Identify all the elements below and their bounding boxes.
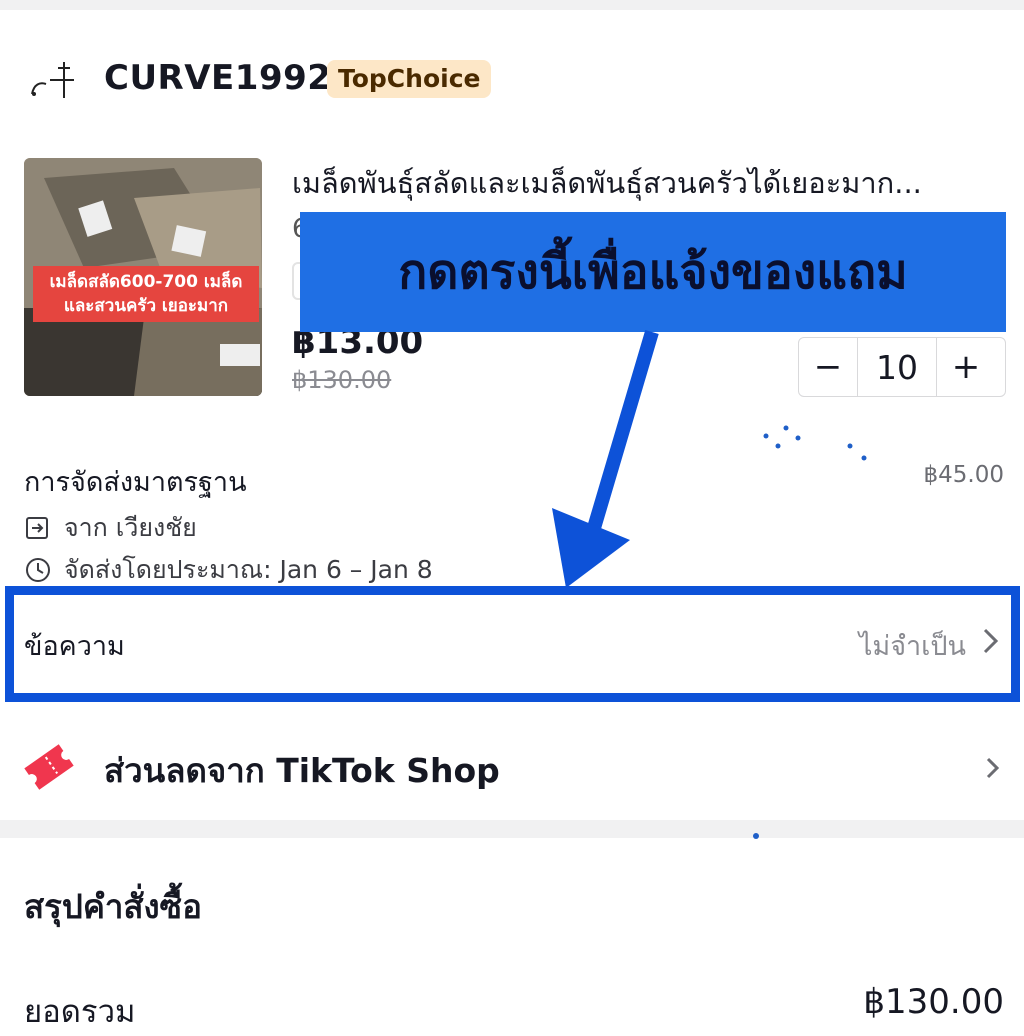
- decrease-quantity-button[interactable]: −: [799, 338, 857, 396]
- loading-dots: [763, 425, 867, 461]
- stray-dot: [753, 833, 759, 839]
- subtotal-label: ยอดรวม: [24, 994, 136, 1030]
- tiktok-shop-discount-label[interactable]: ส่วนลดจาก TikTok Shop: [104, 744, 500, 797]
- increase-quantity-button[interactable]: +: [937, 338, 995, 396]
- ship-from-row: จาก เวียงชัย: [24, 508, 197, 548]
- product-image-caption: เมล็ดสลัด600-700 เมล็ด และสวนครัว เยอะมา…: [33, 266, 259, 322]
- message-optional-placeholder[interactable]: ไม่จำเป็น: [859, 624, 966, 667]
- message-label: ข้อความ: [24, 631, 125, 662]
- coupon-icon: [24, 744, 74, 790]
- top-divider: [0, 0, 1024, 10]
- ship-from-text: จาก เวียงชัย: [64, 513, 197, 542]
- chevron-right-icon[interactable]: [984, 755, 1002, 781]
- shop-logo-icon: [31, 62, 74, 98]
- quantity-stepper: − 10 +: [798, 337, 1006, 397]
- caption-line-2: และสวนครัว เยอะมาก: [63, 296, 229, 316]
- annotation-text: กดตรงนี้เพื่อแจ้งของแถม: [398, 244, 908, 300]
- chevron-right-icon[interactable]: [980, 626, 1002, 656]
- shop-name[interactable]: CURVE1992: [104, 58, 331, 98]
- product-image[interactable]: เมล็ดสลัด600-700 เมล็ด และสวนครัว เยอะมา…: [24, 158, 262, 396]
- top-choice-badge: TopChoice: [327, 60, 492, 98]
- clock-icon: [26, 558, 50, 582]
- order-summary-title: สรุปคำสั่งซื้อ: [24, 887, 202, 926]
- warehouse-icon: [26, 517, 48, 539]
- product-title[interactable]: เมล็ดพันธุ์สลัดและเมล็ดพันธุ์สวนครัวได้เ…: [292, 160, 1004, 206]
- annotation-banner: กดตรงนี้เพื่อแจ้งของแถม: [300, 212, 1006, 332]
- delivery-eta-row: จัดส่งโดยประมาณ: Jan 6 – Jan 8: [24, 550, 433, 590]
- section-divider: [0, 820, 1024, 838]
- delivery-eta-text: จัดส่งโดยประมาณ: Jan 6 – Jan 8: [64, 555, 433, 584]
- caption-line-1: เมล็ดสลัด600-700 เมล็ด: [49, 272, 243, 292]
- shipping-cost: ฿45.00: [923, 462, 1004, 488]
- product-original-price: ฿130.00: [292, 366, 392, 394]
- shipping-method: การจัดส่งมาตรฐาน: [24, 467, 247, 498]
- quantity-value[interactable]: 10: [857, 338, 937, 396]
- subtotal-value: ฿130.00: [863, 982, 1004, 1022]
